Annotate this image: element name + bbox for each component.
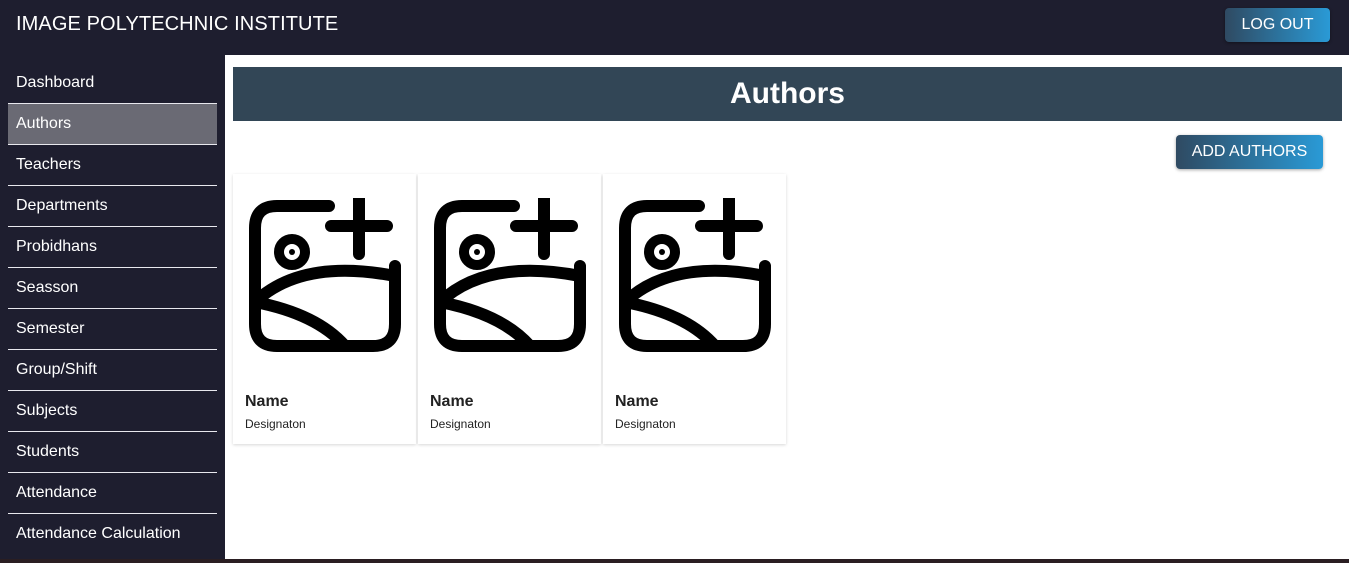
add-image-icon <box>249 198 401 352</box>
sidebar-item-attendance[interactable]: Attendance <box>8 473 217 514</box>
brand-title: IMAGE POLYTECHNIC INSTITUTE <box>16 13 339 35</box>
sidebar-item-departments[interactable]: Departments <box>8 186 217 227</box>
author-card[interactable]: Name Designaton <box>418 174 601 444</box>
author-designation: Designaton <box>615 417 676 431</box>
page-title-bar: Authors <box>233 67 1342 121</box>
sidebar-item-dashboard[interactable]: Dashboard <box>8 63 217 104</box>
sidebar-item-attendance-calculation[interactable]: Attendance Calculation <box>8 514 217 555</box>
author-designation: Designaton <box>245 417 306 431</box>
sidebar: Dashboard Authors Teachers Departments P… <box>0 55 225 563</box>
logout-button[interactable]: LOG OUT <box>1225 8 1330 42</box>
sidebar-item-teachers[interactable]: Teachers <box>8 145 217 186</box>
sidebar-item-probidhans[interactable]: Probidhans <box>8 227 217 268</box>
sidebar-item-semester[interactable]: Semester <box>8 309 217 350</box>
top-navbar: IMAGE POLYTECHNIC INSTITUTE LOG OUT <box>0 0 1349 55</box>
author-designation: Designaton <box>430 417 491 431</box>
sidebar-item-authors[interactable]: Authors <box>8 104 217 145</box>
main-content: Authors ADD AUTHORS Name Designaton Name… <box>225 55 1349 559</box>
sidebar-item-subjects[interactable]: Subjects <box>8 391 217 432</box>
page-title: Authors <box>730 77 845 110</box>
sidebar-item-students[interactable]: Students <box>8 432 217 473</box>
add-authors-button[interactable]: ADD AUTHORS <box>1176 135 1323 169</box>
add-image-icon <box>434 198 586 352</box>
author-name: Name <box>430 393 474 410</box>
sidebar-item-group-shift[interactable]: Group/Shift <box>8 350 217 391</box>
author-name: Name <box>615 393 659 410</box>
add-image-icon <box>619 198 771 352</box>
author-card[interactable]: Name Designaton <box>233 174 416 444</box>
author-card[interactable]: Name Designaton <box>603 174 786 444</box>
author-name: Name <box>245 393 289 410</box>
sidebar-item-seasson[interactable]: Seasson <box>8 268 217 309</box>
bottom-strip <box>0 559 1349 563</box>
